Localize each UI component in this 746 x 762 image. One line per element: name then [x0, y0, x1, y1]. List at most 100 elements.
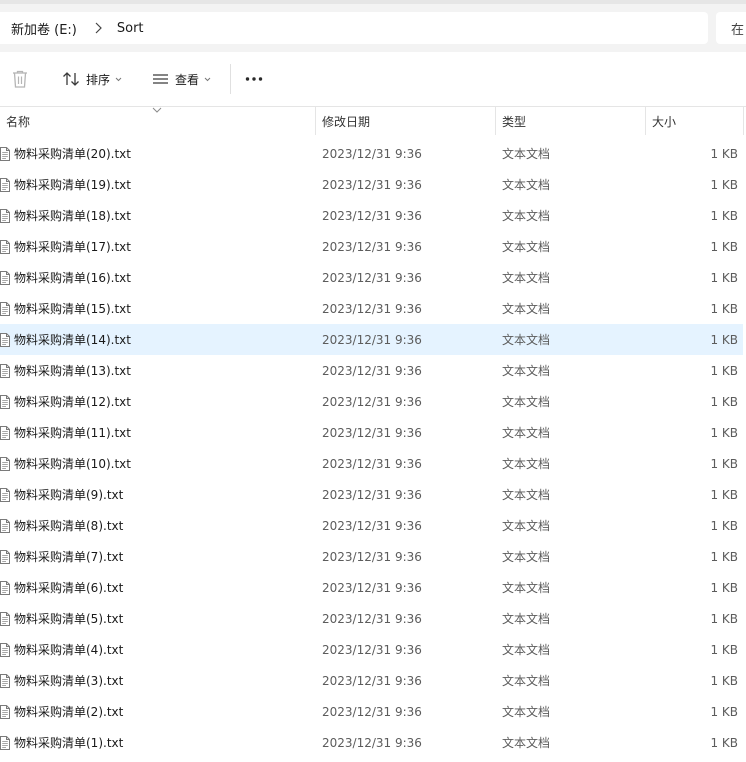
file-row[interactable]: 物料采购清单(10).txt 2023/12/31 9:36 文本文档 1 KB [0, 448, 743, 479]
text-file-icon [0, 735, 10, 750]
column-divider[interactable] [315, 107, 316, 135]
file-name[interactable]: 物料采购清单(20).txt [14, 145, 131, 162]
file-row[interactable]: 物料采购清单(2).txt 2023/12/31 9:36 文本文档 1 KB [0, 696, 743, 727]
file-row[interactable]: 物料采购清单(12).txt 2023/12/31 9:36 文本文档 1 KB [0, 386, 743, 417]
file-row[interactable]: 物料采购清单(1).txt 2023/12/31 9:36 文本文档 1 KB [0, 727, 743, 758]
file-row[interactable]: 物料采购清单(9).txt 2023/12/31 9:36 文本文档 1 KB [0, 479, 743, 510]
chevron-right-icon[interactable] [93, 21, 103, 35]
breadcrumb[interactable]: 新加卷 (E:) Sort [0, 12, 708, 44]
view-button[interactable]: 查看 [152, 52, 211, 106]
file-type: 文本文档 [502, 457, 551, 471]
file-name[interactable]: 物料采购清单(7).txt [14, 548, 123, 565]
file-date: 2023/12/31 9:36 [322, 146, 422, 161]
file-name-cell[interactable]: 物料采购清单(18).txt [0, 200, 131, 231]
file-row[interactable]: 物料采购清单(11).txt 2023/12/31 9:36 文本文档 1 KB [0, 417, 743, 448]
text-file-icon [0, 487, 10, 502]
file-name-cell[interactable]: 物料采购清单(17).txt [0, 231, 131, 262]
text-file-icon [0, 363, 10, 378]
file-name[interactable]: 物料采购清单(18).txt [14, 207, 131, 224]
file-date: 2023/12/31 9:36 [322, 580, 422, 595]
file-row[interactable]: 物料采购清单(4).txt 2023/12/31 9:36 文本文档 1 KB [0, 634, 743, 665]
file-type: 文本文档 [502, 178, 551, 192]
column-name[interactable]: 名称 [6, 107, 30, 135]
file-row[interactable]: 物料采购清单(5).txt 2023/12/31 9:36 文本文档 1 KB [0, 603, 743, 634]
file-date: 2023/12/31 9:36 [322, 425, 422, 440]
file-row[interactable]: 物料采购清单(8).txt 2023/12/31 9:36 文本文档 1 KB [0, 510, 743, 541]
file-list: 物料采购清单(20).txt 2023/12/31 9:36 文本文档 1 KB 物料采… [0, 138, 746, 758]
file-row[interactable]: 物料采购清单(20).txt 2023/12/31 9:36 文本文档 1 KB [0, 138, 743, 169]
file-name-cell[interactable]: 物料采购清单(1).txt [0, 727, 123, 758]
file-name-cell[interactable]: 物料采购清单(10).txt [0, 448, 131, 479]
file-name-cell[interactable]: 物料采购清单(15).txt [0, 293, 131, 324]
column-type[interactable]: 类型 [502, 107, 526, 135]
breadcrumb-drive[interactable]: 新加卷 (E:) [11, 19, 77, 38]
file-name[interactable]: 物料采购清单(3).txt [14, 672, 123, 689]
file-name[interactable]: 物料采购清单(16).txt [14, 269, 131, 286]
file-name-cell[interactable]: 物料采购清单(3).txt [0, 665, 123, 696]
column-divider[interactable] [743, 107, 744, 135]
sort-button[interactable]: 排序 [62, 52, 122, 106]
file-name[interactable]: 物料采购清单(14).txt [14, 331, 131, 348]
file-name-cell[interactable]: 物料采购清单(6).txt [0, 572, 123, 603]
file-name[interactable]: 物料采购清单(4).txt [14, 641, 123, 658]
file-name[interactable]: 物料采购清单(5).txt [14, 610, 123, 627]
file-name-cell[interactable]: 物料采购清单(14).txt [0, 324, 131, 355]
column-date[interactable]: 修改日期 [322, 107, 370, 135]
file-name-cell[interactable]: 物料采购清单(11).txt [0, 417, 131, 448]
file-row[interactable]: 物料采购清单(14).txt 2023/12/31 9:36 文本文档 1 KB [0, 324, 743, 355]
file-row[interactable]: 物料采购清单(6).txt 2023/12/31 9:36 文本文档 1 KB [0, 572, 743, 603]
file-type: 文本文档 [502, 488, 551, 502]
breadcrumb-folder[interactable]: Sort [117, 21, 144, 36]
column-size[interactable]: 大小 [652, 107, 676, 135]
text-file-icon [0, 394, 10, 409]
file-name-cell[interactable]: 物料采购清单(7).txt [0, 541, 123, 572]
file-name-cell[interactable]: 物料采购清单(8).txt [0, 510, 123, 541]
file-row[interactable]: 物料采购清单(13).txt 2023/12/31 9:36 文本文档 1 KB [0, 355, 743, 386]
more-options-button[interactable] [245, 52, 263, 106]
file-name-cell[interactable]: 物料采购清单(4).txt [0, 634, 123, 665]
file-name-cell[interactable]: 物料采购清单(12).txt [0, 386, 131, 417]
file-date: 2023/12/31 9:36 [322, 270, 422, 285]
file-row[interactable]: 物料采购清单(18).txt 2023/12/31 9:36 文本文档 1 KB [0, 200, 743, 231]
file-row[interactable]: 物料采购清单(17).txt 2023/12/31 9:36 文本文档 1 KB [0, 231, 743, 262]
file-name-cell[interactable]: 物料采购清单(16).txt [0, 262, 131, 293]
file-row[interactable]: 物料采购清单(3).txt 2023/12/31 9:36 文本文档 1 KB [0, 665, 743, 696]
delete-button[interactable] [11, 52, 29, 106]
file-name[interactable]: 物料采购清单(8).txt [14, 517, 123, 534]
file-name[interactable]: 物料采购清单(11).txt [14, 424, 131, 441]
file-name-cell[interactable]: 物料采购清单(19).txt [0, 169, 131, 200]
file-date: 2023/12/31 9:36 [322, 611, 422, 626]
file-name[interactable]: 物料采购清单(2).txt [14, 703, 123, 720]
file-row[interactable]: 物料采购清单(16).txt 2023/12/31 9:36 文本文档 1 KB [0, 262, 743, 293]
file-name[interactable]: 物料采购清单(10).txt [14, 455, 131, 472]
file-date: 2023/12/31 9:36 [322, 301, 422, 316]
file-name-cell[interactable]: 物料采购清单(9).txt [0, 479, 123, 510]
text-file-icon [0, 611, 10, 626]
file-name[interactable]: 物料采购清单(12).txt [14, 393, 131, 410]
file-name-cell[interactable]: 物料采购清单(20).txt [0, 138, 131, 169]
file-row[interactable]: 物料采购清单(19).txt 2023/12/31 9:36 文本文档 1 KB [0, 169, 743, 200]
file-size: 1 KB [710, 611, 738, 626]
text-file-icon [0, 146, 10, 161]
file-name[interactable]: 物料采购清单(6).txt [14, 579, 123, 596]
file-name[interactable]: 物料采购清单(15).txt [14, 300, 131, 317]
file-name[interactable]: 物料采购清单(17).txt [14, 238, 131, 255]
file-name-cell[interactable]: 物料采购清单(2).txt [0, 696, 123, 727]
column-divider[interactable] [495, 107, 496, 135]
search-input[interactable]: 在 [716, 12, 746, 44]
file-name-cell[interactable]: 物料采购清单(5).txt [0, 603, 123, 634]
column-divider[interactable] [645, 107, 646, 135]
file-size: 1 KB [710, 208, 738, 223]
file-name[interactable]: 物料采购清单(19).txt [14, 176, 131, 193]
file-name[interactable]: 物料采购清单(9).txt [14, 486, 123, 503]
file-size: 1 KB [710, 146, 738, 161]
file-date: 2023/12/31 9:36 [322, 549, 422, 564]
file-row[interactable]: 物料采购清单(15).txt 2023/12/31 9:36 文本文档 1 KB [0, 293, 743, 324]
file-name-cell[interactable]: 物料采购清单(13).txt [0, 355, 131, 386]
file-name[interactable]: 物料采购清单(1).txt [14, 734, 123, 751]
file-type: 文本文档 [502, 271, 551, 285]
file-row[interactable]: 物料采购清单(7).txt 2023/12/31 9:36 文本文档 1 KB [0, 541, 743, 572]
text-file-icon [0, 580, 10, 595]
file-date: 2023/12/31 9:36 [322, 642, 422, 657]
file-name[interactable]: 物料采购清单(13).txt [14, 362, 131, 379]
